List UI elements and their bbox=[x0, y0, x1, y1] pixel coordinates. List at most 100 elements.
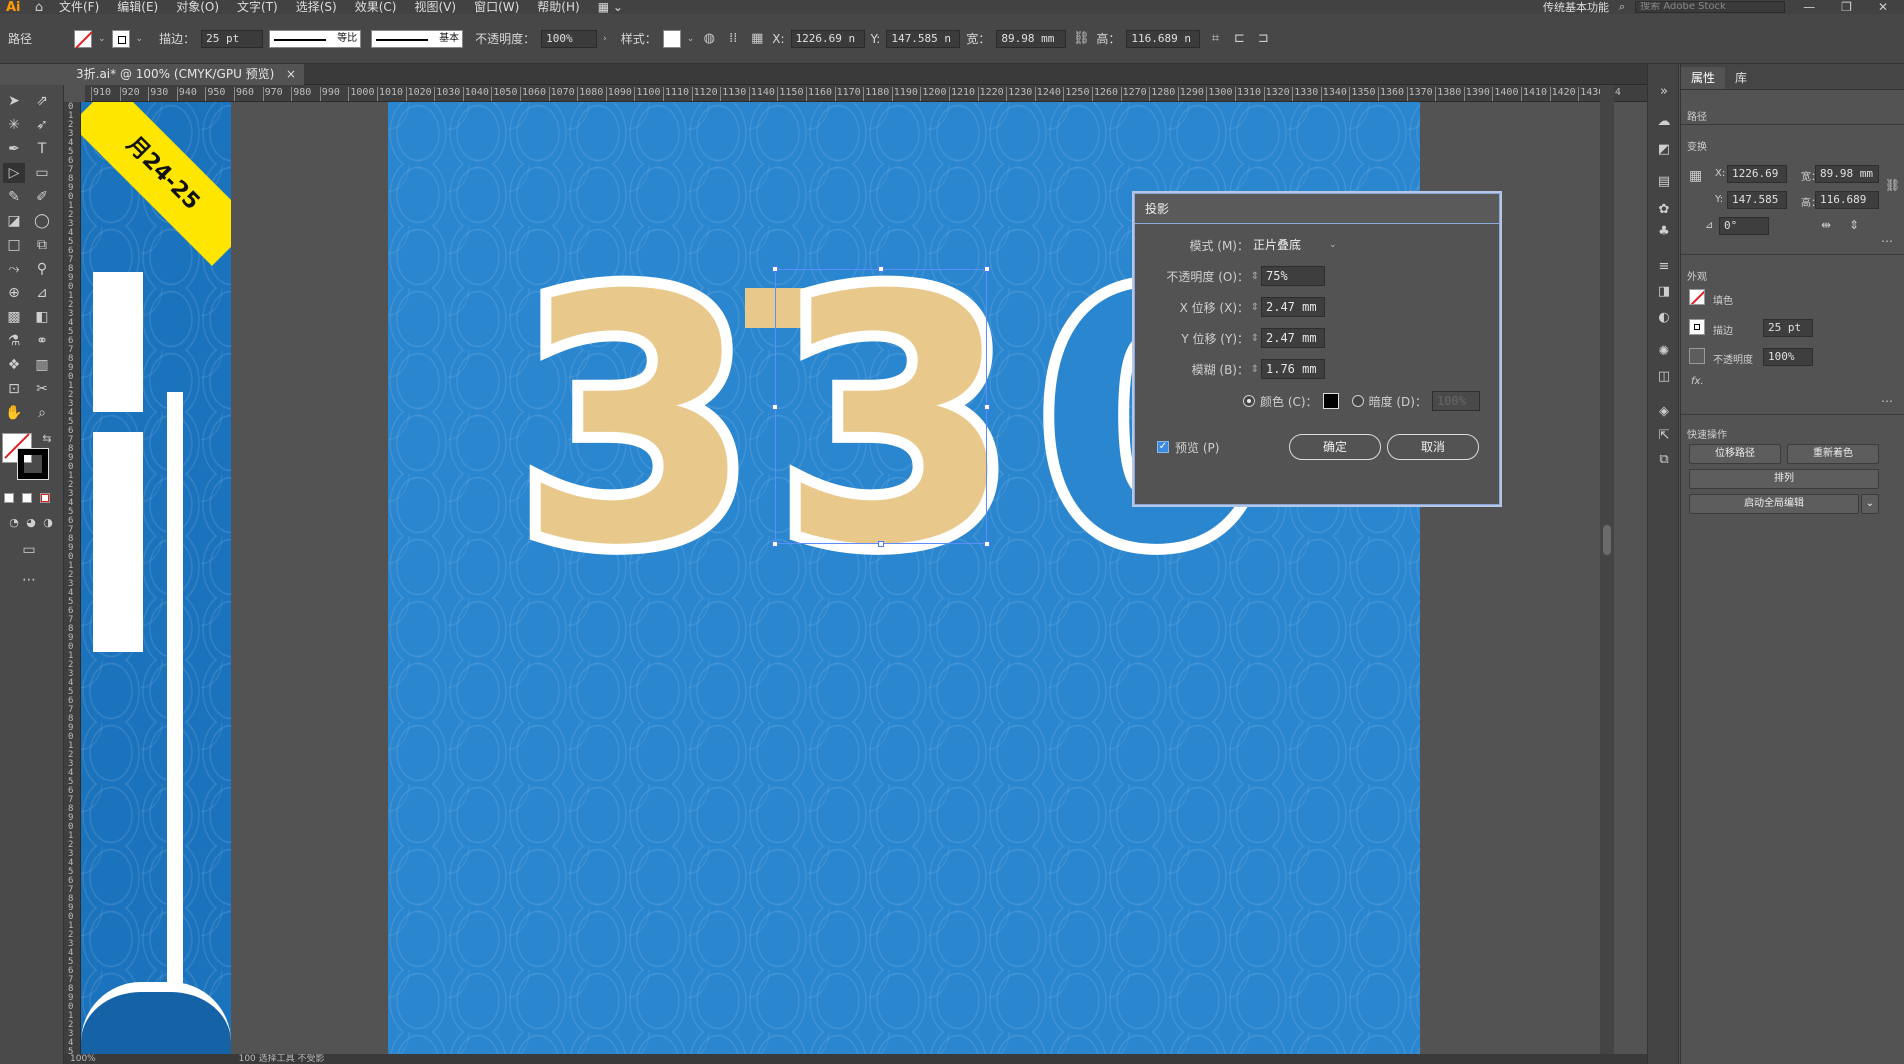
stepper-icon[interactable]: ⇕ bbox=[1249, 333, 1261, 344]
opacity-input[interactable]: 100% bbox=[541, 29, 598, 48]
preview-checkbox[interactable]: ✓ bbox=[1157, 441, 1169, 453]
y-input[interactable]: 147.585 n bbox=[886, 29, 961, 48]
symbol-sprayer-icon[interactable]: ❖ bbox=[3, 355, 25, 375]
cc-libraries-icon[interactable]: ☁ bbox=[1656, 114, 1672, 130]
stroke-panel-icon[interactable]: ≡ bbox=[1656, 259, 1672, 275]
selection-handle[interactable] bbox=[878, 541, 884, 547]
global-edit-button[interactable]: 启动全局编辑 bbox=[1689, 494, 1859, 514]
blend-tool-icon[interactable]: ⚭ bbox=[31, 331, 53, 351]
selection-handle[interactable] bbox=[984, 541, 990, 547]
height-input[interactable]: 116.689 bbox=[1815, 191, 1879, 209]
symbols-icon[interactable]: ♣ bbox=[1656, 224, 1672, 240]
hand-tool-icon[interactable]: ✋ bbox=[3, 403, 25, 423]
flip-horizontal-icon[interactable]: ⇹ bbox=[1821, 218, 1831, 232]
recolor-button[interactable]: 重新着色 bbox=[1787, 444, 1879, 464]
menu-type[interactable]: 文字(T) bbox=[228, 0, 287, 14]
minimize-icon[interactable]: — bbox=[1795, 0, 1823, 14]
link-icon[interactable]: ⛓ bbox=[1885, 178, 1900, 192]
color-mode-icon[interactable] bbox=[4, 493, 14, 503]
stroke-swatch[interactable] bbox=[1689, 319, 1705, 335]
reference-point-icon[interactable]: ▦ bbox=[748, 30, 766, 48]
width-input[interactable]: 89.98 mm bbox=[996, 29, 1067, 48]
digit-three-left[interactable]: 3 bbox=[507, 241, 766, 603]
graphic-styles-icon[interactable]: ◫ bbox=[1656, 369, 1672, 385]
arrange-documents-icon[interactable]: ▦ ⌄ bbox=[589, 0, 632, 14]
menu-file[interactable]: 文件(F) bbox=[50, 0, 108, 14]
menu-object[interactable]: 对象(O) bbox=[167, 0, 228, 14]
blur-input[interactable]: 1.76 mm bbox=[1261, 359, 1325, 379]
opacity-label[interactable]: 不透明度： bbox=[475, 30, 535, 47]
slice-tool-icon[interactable]: ✂ bbox=[31, 379, 53, 399]
menu-help[interactable]: 帮助(H) bbox=[528, 0, 588, 14]
gradient-panel-icon[interactable]: ◨ bbox=[1656, 284, 1672, 300]
graphic-style-swatch[interactable] bbox=[662, 29, 681, 48]
collapse-icon[interactable]: » bbox=[1656, 84, 1672, 100]
ok-button[interactable]: 确定 bbox=[1289, 434, 1381, 460]
gradient-tool-icon[interactable]: ◧ bbox=[31, 307, 53, 327]
darkness-radio[interactable] bbox=[1351, 395, 1364, 407]
x-offset-input[interactable]: 2.47 mm bbox=[1261, 297, 1325, 317]
ellipse-tool-icon[interactable]: ◯ bbox=[31, 211, 53, 231]
stepper-icon[interactable]: ⇕ bbox=[1249, 271, 1261, 282]
gradient-mode-icon[interactable] bbox=[22, 493, 32, 503]
chevron-down-icon[interactable]: ⌄ bbox=[1861, 494, 1879, 514]
document-tab[interactable]: 3折.ai* @ 100% (CMYK/GPU 预览) × bbox=[64, 64, 304, 85]
shaper-tool-icon[interactable]: ✐ bbox=[31, 187, 53, 207]
color-radio[interactable] bbox=[1243, 395, 1255, 407]
direct-select-active-icon[interactable]: ▷ bbox=[3, 163, 25, 183]
opacity-icon[interactable] bbox=[1689, 348, 1705, 364]
menu-edit[interactable]: 编辑(E) bbox=[108, 0, 167, 14]
home-icon[interactable]: ⌂ bbox=[28, 0, 50, 14]
preview-label[interactable]: 预览 (P) bbox=[1175, 439, 1219, 456]
selection-handle[interactable] bbox=[984, 404, 990, 410]
paintbrush-icon[interactable]: ✎ bbox=[3, 187, 25, 207]
selection-handle[interactable] bbox=[772, 541, 778, 547]
y-input[interactable]: 147.585 bbox=[1727, 191, 1787, 209]
eyedropper-icon[interactable]: ⚗ bbox=[3, 331, 25, 351]
none-mode-icon[interactable] bbox=[40, 493, 50, 503]
lasso-icon[interactable]: ➶ bbox=[31, 115, 53, 135]
chevron-down-icon[interactable]: ⌄ bbox=[687, 34, 695, 44]
eraser-icon[interactable]: ◪ bbox=[3, 211, 25, 231]
tab-properties[interactable]: 属性 bbox=[1681, 67, 1726, 89]
more-options-icon[interactable]: ⋯ bbox=[1881, 234, 1893, 248]
arrange-button[interactable]: 排列 bbox=[1689, 469, 1879, 489]
opacity-label[interactable]: 不透明度 bbox=[1713, 351, 1753, 366]
opacity-input[interactable]: 75% bbox=[1261, 266, 1325, 286]
height-input[interactable]: 116.689 n bbox=[1126, 29, 1201, 48]
stroke-swatch[interactable] bbox=[111, 29, 130, 48]
perspective-grid-icon[interactable]: ⊿ bbox=[31, 283, 53, 303]
type-tool-icon[interactable]: T bbox=[31, 139, 53, 159]
layers-icon[interactable]: ◈ bbox=[1656, 404, 1672, 420]
fill-swatch[interactable] bbox=[74, 29, 92, 48]
zoom-level[interactable]: 100% bbox=[70, 1054, 96, 1064]
artboards-icon[interactable]: ⧉ bbox=[1656, 452, 1672, 468]
close-icon[interactable]: ✕ bbox=[1870, 0, 1896, 14]
draw-inside-icon[interactable]: ◑ bbox=[37, 513, 59, 533]
selection-handle[interactable] bbox=[984, 266, 990, 272]
more-options-icon[interactable]: ⋯ bbox=[1881, 394, 1893, 408]
recolor-icon[interactable]: ◍ bbox=[700, 30, 718, 48]
chevron-down-icon[interactable]: ⌄ bbox=[1329, 240, 1337, 250]
artboard-tool-icon[interactable]: ⊡ bbox=[3, 379, 25, 399]
pen-tool-icon[interactable]: ✒ bbox=[3, 139, 25, 159]
flip-vertical-icon[interactable]: ⇕ bbox=[1849, 218, 1859, 232]
link-icon[interactable]: ⛓ bbox=[1072, 30, 1090, 48]
x-input[interactable]: 1226.69 bbox=[1727, 165, 1787, 183]
offset-path-button[interactable]: 位移路径 bbox=[1689, 444, 1781, 464]
blend-mode-select[interactable]: 正片叠底 bbox=[1249, 235, 1329, 255]
brushes-icon[interactable]: ✿ bbox=[1656, 202, 1672, 218]
menu-effect[interactable]: 效果(C) bbox=[346, 0, 406, 14]
shape-builder-icon[interactable]: ⊕ bbox=[3, 283, 25, 303]
scrollbar-thumb[interactable] bbox=[1603, 525, 1611, 555]
shadow-color-swatch[interactable] bbox=[1322, 393, 1339, 409]
chevron-right-icon[interactable]: › bbox=[603, 34, 607, 44]
selection-handle[interactable] bbox=[878, 266, 884, 272]
artboard-left[interactable]: 月24-25 bbox=[81, 102, 231, 1054]
close-tab-icon[interactable]: × bbox=[286, 64, 296, 85]
menu-select[interactable]: 选择(S) bbox=[287, 0, 346, 14]
selection-tool-icon[interactable]: ➤ bbox=[3, 91, 25, 111]
stroke-color-box[interactable] bbox=[17, 448, 49, 480]
stepper-icon[interactable]: ⇕ bbox=[1249, 302, 1261, 313]
mesh-tool-icon[interactable]: ▩ bbox=[3, 307, 25, 327]
